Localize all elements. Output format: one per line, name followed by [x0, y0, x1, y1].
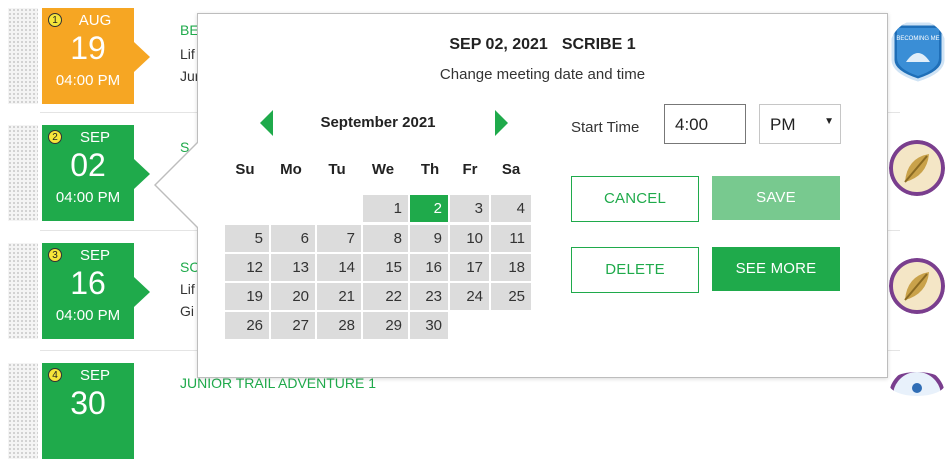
- drag-handle[interactable]: [8, 363, 38, 459]
- prev-month-icon[interactable]: [260, 110, 273, 136]
- see-more-button[interactable]: SEE MORE: [712, 247, 840, 291]
- save-button[interactable]: SAVE: [712, 176, 840, 220]
- dialog-date: SEP 02, 2021: [449, 36, 548, 53]
- date-month: AUG: [78, 12, 112, 29]
- dialog-pointer-fill: [156, 142, 199, 228]
- meeting-title[interactable]: BE: [180, 22, 199, 38]
- next-month-icon[interactable]: [495, 110, 508, 136]
- calendar-day[interactable]: 13: [271, 254, 315, 281]
- calendar-day[interactable]: 6: [271, 225, 315, 252]
- dialog-role: SCRIBE 1: [561, 36, 636, 53]
- calendar-day[interactable]: 30: [410, 312, 448, 339]
- trail-badge-icon: [889, 372, 945, 396]
- date-month: SEP: [79, 367, 110, 384]
- calendar-day[interactable]: 22: [363, 283, 408, 310]
- dow-su: Su: [235, 161, 255, 178]
- calendar-day[interactable]: 26: [225, 312, 269, 339]
- date-month: SEP: [79, 247, 110, 264]
- date-box: 3 SEP 16 04:00 PM: [42, 243, 150, 339]
- meeting-subtitle: Lif: [180, 281, 195, 297]
- calendar-day[interactable]: 29: [363, 312, 408, 339]
- ampm-select[interactable]: PM ▼: [759, 104, 841, 144]
- drag-handle[interactable]: [8, 243, 38, 339]
- chevron-down-icon: ▼: [824, 116, 834, 127]
- date-arrow: [134, 159, 150, 189]
- calendar-day[interactable]: 10: [450, 225, 489, 252]
- cancel-button[interactable]: CANCEL: [571, 176, 699, 222]
- calendar-day[interactable]: 23: [410, 283, 448, 310]
- drag-handle[interactable]: [8, 8, 38, 104]
- calendar-day[interactable]: 25: [491, 283, 531, 310]
- calendar-day[interactable]: 4: [491, 195, 531, 222]
- date-box: 1 AUG 19 04:00 PM: [42, 8, 150, 104]
- calendar-day[interactable]: 17: [450, 254, 489, 281]
- start-time-label: Start Time: [571, 119, 640, 136]
- calendar-day[interactable]: 28: [317, 312, 361, 339]
- date-day: 30: [70, 385, 106, 421]
- becoming-me-badge-icon: BECOMING ME: [891, 22, 945, 82]
- drag-handle[interactable]: [8, 125, 38, 221]
- leaf-badge-icon: [889, 258, 945, 314]
- calendar-month-label: September 2021: [320, 114, 436, 131]
- start-time-input[interactable]: 4:00: [664, 104, 746, 144]
- calendar-day[interactable]: 15: [363, 254, 408, 281]
- dow-th: Th: [420, 161, 440, 178]
- meeting-subtitle: Lif: [180, 46, 195, 62]
- date-time: 04:00 PM: [55, 307, 121, 324]
- dialog-title: SEP 02, 2021 SCRIBE 1: [198, 36, 887, 54]
- date-day: 19: [70, 30, 106, 66]
- delete-button[interactable]: DELETE: [571, 247, 699, 293]
- dow-tu: Tu: [328, 161, 346, 178]
- calendar-day[interactable]: 1: [363, 195, 408, 222]
- calendar-day[interactable]: 3: [450, 195, 489, 222]
- calendar-day[interactable]: 16: [410, 254, 448, 281]
- date-box: 4 SEP 30: [42, 363, 134, 459]
- dialog-subtitle: Change meeting date and time: [439, 66, 646, 83]
- date-day: 02: [70, 147, 106, 183]
- date-arrow: [134, 277, 150, 307]
- calendar-day[interactable]: 18: [491, 254, 531, 281]
- dow-sa: Sa: [501, 161, 521, 178]
- dow-fr: Fr: [462, 161, 478, 178]
- date-time: 04:00 PM: [55, 72, 121, 89]
- calendar-day[interactable]: 21: [317, 283, 361, 310]
- leaf-badge-icon: [889, 140, 945, 196]
- date-time-dialog: SEP 02, 2021 SCRIBE 1 Change meeting date…: [154, 13, 888, 378]
- dow-mo: Mo: [280, 161, 302, 178]
- calendar-day[interactable]: 20: [271, 283, 315, 310]
- date-arrow: [134, 42, 150, 72]
- calendar-day[interactable]: 27: [271, 312, 315, 339]
- dow-we: We: [371, 161, 395, 178]
- date-month: SEP: [79, 129, 110, 146]
- calendar-day[interactable]: 24: [450, 283, 489, 310]
- calendar-day[interactable]: 7: [317, 225, 361, 252]
- calendar-day[interactable]: 11: [491, 225, 531, 252]
- badge-label: BECOMING ME: [896, 36, 939, 42]
- calendar-day[interactable]: 19: [225, 283, 269, 310]
- calendar-day[interactable]: 9: [410, 225, 448, 252]
- date-time: 04:00 PM: [55, 189, 121, 206]
- ampm-value: PM: [770, 115, 796, 134]
- calendar-day[interactable]: 8: [363, 225, 408, 252]
- calendar-day[interactable]: 5: [225, 225, 269, 252]
- date-box: 2 SEP 02 04:00 PM: [42, 125, 150, 221]
- meeting-subtitle-2: Gi: [180, 303, 194, 319]
- calendar-day[interactable]: 12: [225, 254, 269, 281]
- calendar-day-selected[interactable]: 2: [410, 195, 448, 222]
- calendar-day[interactable]: 14: [317, 254, 361, 281]
- date-day: 16: [70, 265, 106, 301]
